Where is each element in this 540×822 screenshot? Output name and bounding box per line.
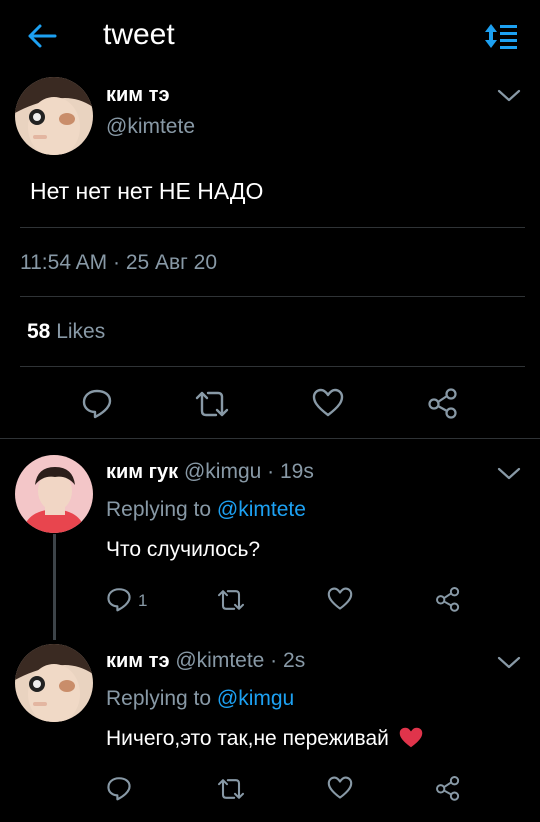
retweet-icon[interactable]: [216, 588, 246, 612]
reply-icon[interactable]: [106, 586, 132, 612]
reply-count: 1: [138, 591, 148, 610]
chevron-down-icon[interactable]: [496, 655, 522, 671]
divider: [20, 227, 525, 228]
share-icon[interactable]: [435, 775, 461, 801]
tweet-text: Нет нет нет НЕ НАДО: [30, 178, 264, 204]
heart-emoji-icon: [399, 727, 422, 748]
divider: [20, 296, 525, 297]
author-name[interactable]: ким гук: [106, 461, 178, 483]
replying-to: Replying to @kimtete: [106, 498, 306, 522]
mention-link[interactable]: @kimtete: [217, 498, 306, 521]
heart-icon[interactable]: [327, 587, 353, 611]
avatar[interactable]: [15, 644, 93, 722]
sort-icon[interactable]: [484, 22, 518, 50]
retweet-icon[interactable]: [194, 389, 230, 419]
heart-icon[interactable]: [312, 388, 344, 418]
tweet-timestamp: 11:54 AM · 25 Авг 20: [20, 251, 218, 274]
replying-prefix: Replying to: [106, 498, 212, 521]
divider: [20, 366, 525, 367]
avatar[interactable]: [15, 455, 93, 533]
reply-icon[interactable]: [81, 387, 113, 419]
likes-count: 58: [27, 320, 51, 343]
replying-to: Replying to @kimgu: [106, 687, 294, 711]
chevron-down-icon[interactable]: [496, 466, 522, 482]
page-title: tweet: [103, 18, 175, 51]
author-name[interactable]: ким тэ: [106, 84, 170, 107]
author-handle-time[interactable]: @kimtete · 2s: [175, 649, 305, 672]
share-icon[interactable]: [427, 387, 459, 419]
share-icon[interactable]: [435, 586, 461, 612]
divider: [0, 438, 540, 439]
author-handle[interactable]: @kimtete: [106, 115, 195, 139]
mention-link[interactable]: @kimgu: [217, 687, 294, 710]
top-bar: tweet: [0, 0, 540, 72]
author-name[interactable]: ким тэ: [106, 650, 170, 672]
reply-text: Ничего,это так,не переживай: [106, 727, 389, 750]
reply-text: Что случилось?: [106, 538, 261, 561]
likes-stat[interactable]: 58 Likes: [27, 320, 105, 344]
author-handle-time[interactable]: @kimgu · 19s: [184, 460, 314, 483]
chevron-down-icon[interactable]: [496, 88, 522, 104]
avatar[interactable]: [15, 77, 93, 155]
retweet-icon[interactable]: [216, 777, 246, 801]
replying-prefix: Replying to: [106, 687, 212, 710]
likes-label: Likes: [56, 320, 106, 343]
thread-line: [53, 534, 56, 640]
reply-icon[interactable]: [106, 775, 132, 801]
heart-icon[interactable]: [327, 776, 353, 800]
arrow-left-icon[interactable]: [26, 22, 58, 50]
